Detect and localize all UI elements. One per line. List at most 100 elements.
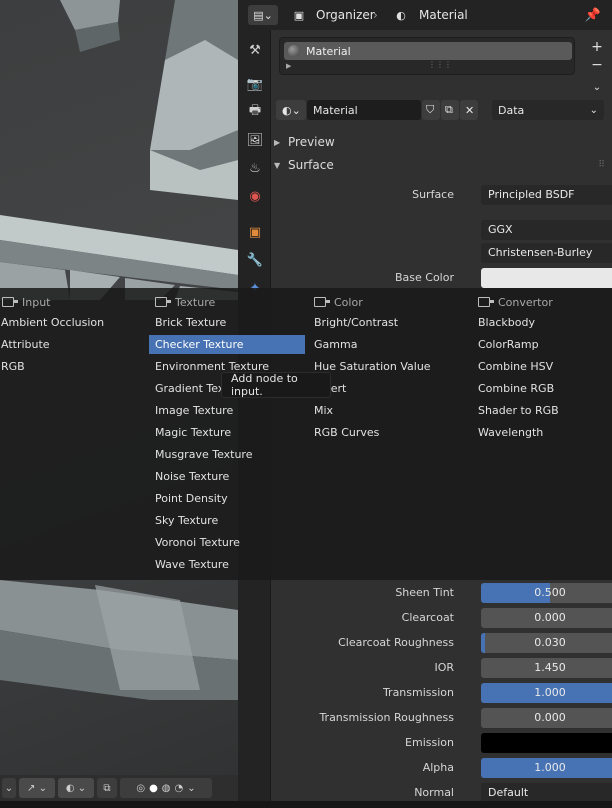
property-value-field[interactable]: 0.030 — [481, 633, 612, 653]
distribution-dropdown[interactable]: GGX ⌄ — [481, 220, 612, 240]
property-label: Transmission Roughness — [319, 711, 454, 724]
subsurface-method-row: Christensen-Burley ⌄ — [274, 242, 612, 264]
menu-item[interactable]: Brick Texture — [149, 313, 305, 332]
preview-panel-title: Preview — [288, 135, 335, 149]
menu-item[interactable]: Blackbody — [472, 313, 612, 332]
collapsed-arrow-icon: ▶ — [274, 137, 281, 147]
material-shading-icon[interactable]: ◍ — [162, 783, 171, 794]
surface-panel-header[interactable]: ▼ Surface ⠿ — [274, 154, 612, 176]
material-slot-list[interactable]: Material ▶ ⋮⋮⋮ — [279, 37, 575, 75]
browse-material-button[interactable]: ◐⌄ — [276, 100, 306, 120]
shading-mode-buttons[interactable]: ◎ ● ◍ ◔ ⌄ — [120, 778, 212, 798]
property-row: Sheen Tint 0.500 — [274, 582, 612, 604]
editor-type-button[interactable]: ▤⌄ — [248, 5, 278, 25]
menu-item[interactable]: Image Texture — [149, 401, 305, 420]
menu-item[interactable]: Attribute — [0, 335, 156, 354]
surface-shader-row: Surface Principled BSDF — [274, 184, 612, 206]
menu-item[interactable]: Voronoi Texture — [149, 533, 305, 552]
submenu-icon — [314, 297, 330, 307]
menu-item[interactable]: Bright/Contrast — [308, 313, 464, 332]
wireframe-shading-icon[interactable]: ◎ — [136, 783, 145, 794]
add-slot-icon[interactable]: + — [588, 38, 606, 56]
menu-item[interactable]: ColorRamp — [472, 335, 612, 354]
mode-chevron-icon[interactable]: ⌄ — [2, 778, 16, 798]
unlink-material-icon[interactable]: ✕ — [460, 100, 478, 120]
render-tab-icon[interactable]: 📷 — [243, 72, 267, 96]
material-name-field[interactable]: Material — [307, 100, 421, 120]
preview-panel-header[interactable]: ▶ Preview — [274, 131, 335, 153]
menu-column-title: Input — [22, 295, 51, 309]
property-value-field[interactable]: 0.500 — [481, 583, 612, 603]
property-label: Normal — [414, 786, 454, 799]
surface-panel-title: Surface — [288, 158, 334, 172]
link-dropdown[interactable]: Data ⌄ — [492, 100, 604, 120]
world-tab-icon[interactable]: ◉ — [243, 184, 267, 208]
property-value-field[interactable]: Default — [481, 783, 612, 803]
transform-gizmo-button[interactable]: ↗ ⌄ — [19, 778, 55, 798]
base-color-swatch[interactable] — [481, 268, 612, 288]
property-label: Alpha — [422, 761, 454, 774]
rendered-shading-icon[interactable]: ◔ — [175, 783, 184, 794]
property-value-field[interactable]: 1.450 — [481, 658, 612, 678]
resize-grip-icon[interactable]: ⋮⋮⋮ — [428, 60, 452, 69]
menu-item[interactable]: Invert — [308, 379, 464, 398]
property-value-field[interactable]: 1.000 — [481, 683, 612, 703]
breadcrumb-object: Organizer — [316, 8, 375, 22]
surface-shader-value: Principled BSDF — [488, 188, 575, 201]
property-value-field[interactable]: 0.000 — [481, 608, 612, 628]
property-value-field[interactable]: 1.000 — [481, 758, 612, 778]
panel-grip-icon[interactable]: ⠿ — [598, 160, 605, 170]
menu-item[interactable]: Magic Texture — [149, 423, 305, 442]
menu-item[interactable]: Sky Texture — [149, 511, 305, 530]
subsurface-method-value: Christensen-Burley — [488, 246, 593, 259]
duplicate-material-icon[interactable]: ⧉ — [441, 100, 459, 120]
menu-item[interactable]: Wavelength — [472, 423, 612, 442]
fake-user-shield-icon[interactable]: ⛉ — [422, 100, 440, 120]
menu-item[interactable]: Combine HSV — [472, 357, 612, 376]
property-value: 1.450 — [534, 661, 566, 674]
property-row: Clearcoat 0.000 — [274, 607, 612, 629]
menu-item[interactable]: RGB — [0, 357, 156, 376]
menu-item[interactable]: Point Density — [149, 489, 305, 508]
xray-toggle-icon[interactable]: ⧉ — [97, 778, 117, 798]
property-label: Emission — [405, 736, 454, 749]
remove-slot-icon[interactable]: − — [588, 56, 606, 74]
menu-column-header: Input — [0, 294, 155, 310]
menu-item[interactable]: RGB Curves — [308, 423, 464, 442]
tool-tab-icon[interactable]: ⚒ — [243, 38, 267, 62]
property-row: Transmission Roughness 0.000 — [274, 707, 612, 729]
modifier-tab-icon[interactable]: 🔧 — [243, 248, 267, 272]
menu-item[interactable]: Checker Texture — [149, 335, 305, 354]
menu-column-title: Color — [334, 295, 363, 309]
tooltip: Add node to input. — [221, 372, 331, 398]
menu-item[interactable]: Wave Texture — [149, 555, 305, 574]
menu-item[interactable]: Mix — [308, 401, 464, 420]
surface-shader-field[interactable]: Principled BSDF — [481, 185, 612, 205]
menu-item[interactable]: Shader to RGB — [472, 401, 612, 420]
menu-item[interactable]: Musgrave Texture — [149, 445, 305, 464]
object-tab-icon[interactable]: ▣ — [243, 220, 267, 244]
material-ball-icon — [288, 45, 300, 57]
status-bar — [0, 801, 612, 808]
menu-item[interactable]: Combine RGB — [472, 379, 612, 398]
menu-item[interactable]: Hue Saturation Value — [308, 357, 464, 376]
expand-arrow-icon[interactable]: ▶ — [286, 62, 291, 70]
subsurface-method-dropdown[interactable]: Christensen-Burley ⌄ — [481, 243, 612, 263]
property-value-field[interactable] — [481, 733, 612, 753]
property-value-field[interactable]: 0.000 — [481, 708, 612, 728]
view-layer-tab-icon[interactable]: 🖼 — [243, 128, 267, 152]
viewport-header: ⌄ ↗ ⌄ ◐ ⌄ ⧉ ◎ ● ◍ ◔ ⌄ — [0, 775, 238, 801]
menu-column-title: Convertor — [498, 295, 553, 309]
menu-item[interactable]: Gamma — [308, 335, 464, 354]
base-color-row: Base Color — [274, 267, 612, 289]
material-slot-item[interactable]: Material — [284, 42, 572, 60]
menu-item[interactable]: Ambient Occlusion — [0, 313, 156, 332]
menu-item[interactable]: Noise Texture — [149, 467, 305, 486]
slot-menu-chevron-icon[interactable]: ⌄ — [588, 78, 606, 96]
output-tab-icon[interactable]: 🖶 — [243, 100, 267, 124]
overlay-button[interactable]: ◐ ⌄ — [58, 778, 94, 798]
pin-icon[interactable]: 📌 — [584, 5, 602, 25]
shading-dropdown-icon[interactable]: ⌄ — [187, 783, 195, 794]
solid-shading-icon[interactable]: ● — [149, 783, 158, 794]
scene-tab-icon[interactable]: ♨ — [243, 156, 267, 180]
